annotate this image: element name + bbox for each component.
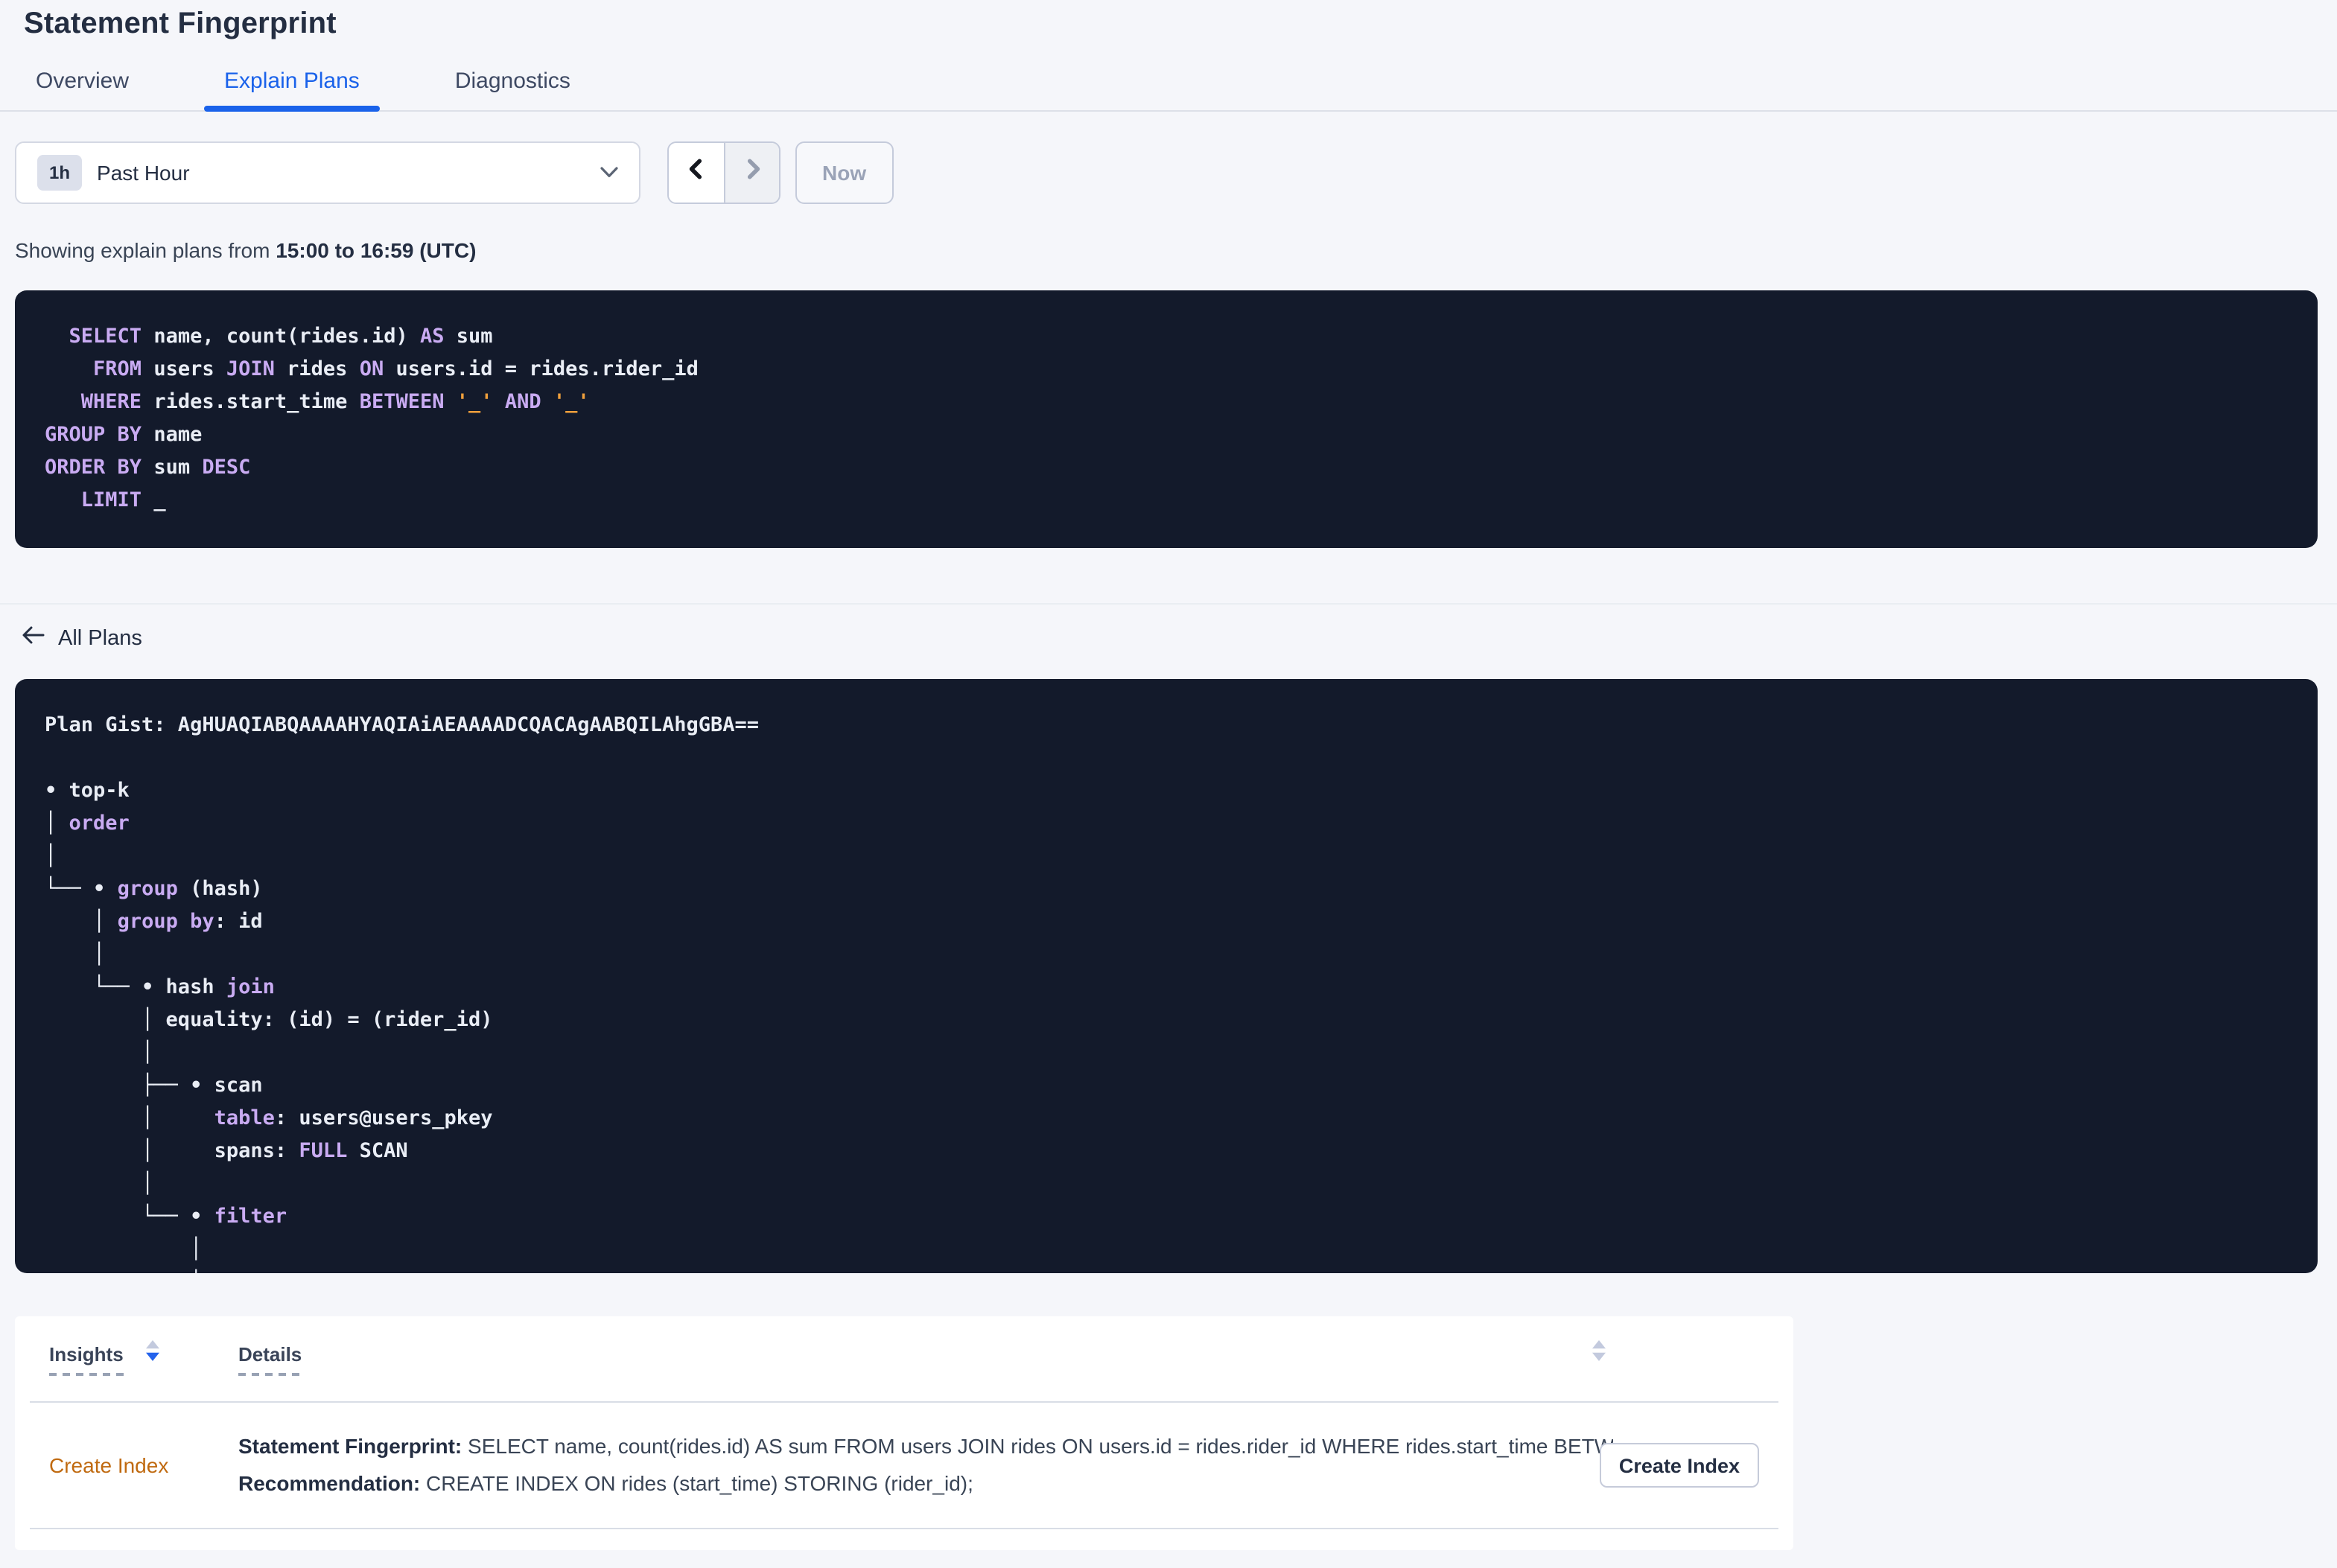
time-nav-group: [667, 141, 780, 204]
chevron-down-icon: [600, 159, 618, 186]
tab-explain-plans[interactable]: Explain Plans: [203, 54, 381, 112]
prev-time-button[interactable]: [669, 143, 724, 203]
chevron-left-icon: [685, 158, 708, 188]
chevron-right-icon: [741, 158, 763, 188]
time-range-badge: 1h: [37, 155, 83, 191]
insights-column-header[interactable]: Insights: [49, 1339, 223, 1375]
section-divider: [0, 603, 2337, 605]
insight-type-label: Create Index: [49, 1453, 169, 1477]
range-value: 15:00 to 16:59 (UTC): [276, 238, 477, 262]
time-range-label: Past Hour: [97, 161, 190, 185]
now-button[interactable]: Now: [795, 141, 894, 204]
statement-fingerprint-line: Statement Fingerprint: SELECT name, coun…: [238, 1434, 1613, 1458]
details-column-header[interactable]: Details: [238, 1339, 1613, 1375]
insights-table-header: Insights Details: [49, 1316, 1759, 1401]
details-column-label: Details: [238, 1342, 302, 1375]
next-time-button[interactable]: [724, 143, 779, 203]
create-index-button[interactable]: Create Index: [1599, 1443, 1759, 1488]
sort-icon: [1591, 1338, 1607, 1371]
all-plans-back-link[interactable]: All Plans: [21, 625, 142, 651]
insight-details-cell: Statement Fingerprint: SELECT name, coun…: [238, 1428, 1613, 1502]
sql-fingerprint-panel: SELECT name, count(rides.id) AS sum FROM…: [15, 290, 2318, 548]
time-picker-row: 1h Past Hour Now: [15, 141, 894, 204]
time-range-dropdown[interactable]: 1h Past Hour: [15, 141, 640, 204]
table-row-divider: [30, 1528, 1778, 1529]
insights-card: Insights Details Create Index Statement …: [15, 1316, 1793, 1550]
all-plans-label: All Plans: [58, 626, 142, 650]
insights-column-label: Insights: [49, 1342, 124, 1375]
tab-bar: Overview Explain Plans Diagnostics: [0, 54, 2337, 112]
plan-gist-panel: Plan Gist: AgHUAQIABQAAAAHYAQIAiAEAAAADC…: [15, 679, 2318, 1273]
statement-fingerprint-page: Statement Fingerprint Overview Explain P…: [0, 0, 2337, 1568]
sort-descending-icon: [144, 1338, 161, 1371]
showing-range-text: Showing explain plans from 15:00 to 16:5…: [15, 238, 477, 262]
tab-diagnostics[interactable]: Diagnostics: [434, 54, 591, 110]
arrow-left-icon: [21, 625, 45, 651]
table-row: Create Index Statement Fingerprint: SELE…: [49, 1403, 1759, 1528]
tab-overview[interactable]: Overview: [15, 54, 150, 110]
recommendation-line: Recommendation: CREATE INDEX ON rides (s…: [238, 1471, 973, 1495]
page-title: Statement Fingerprint: [24, 7, 337, 40]
